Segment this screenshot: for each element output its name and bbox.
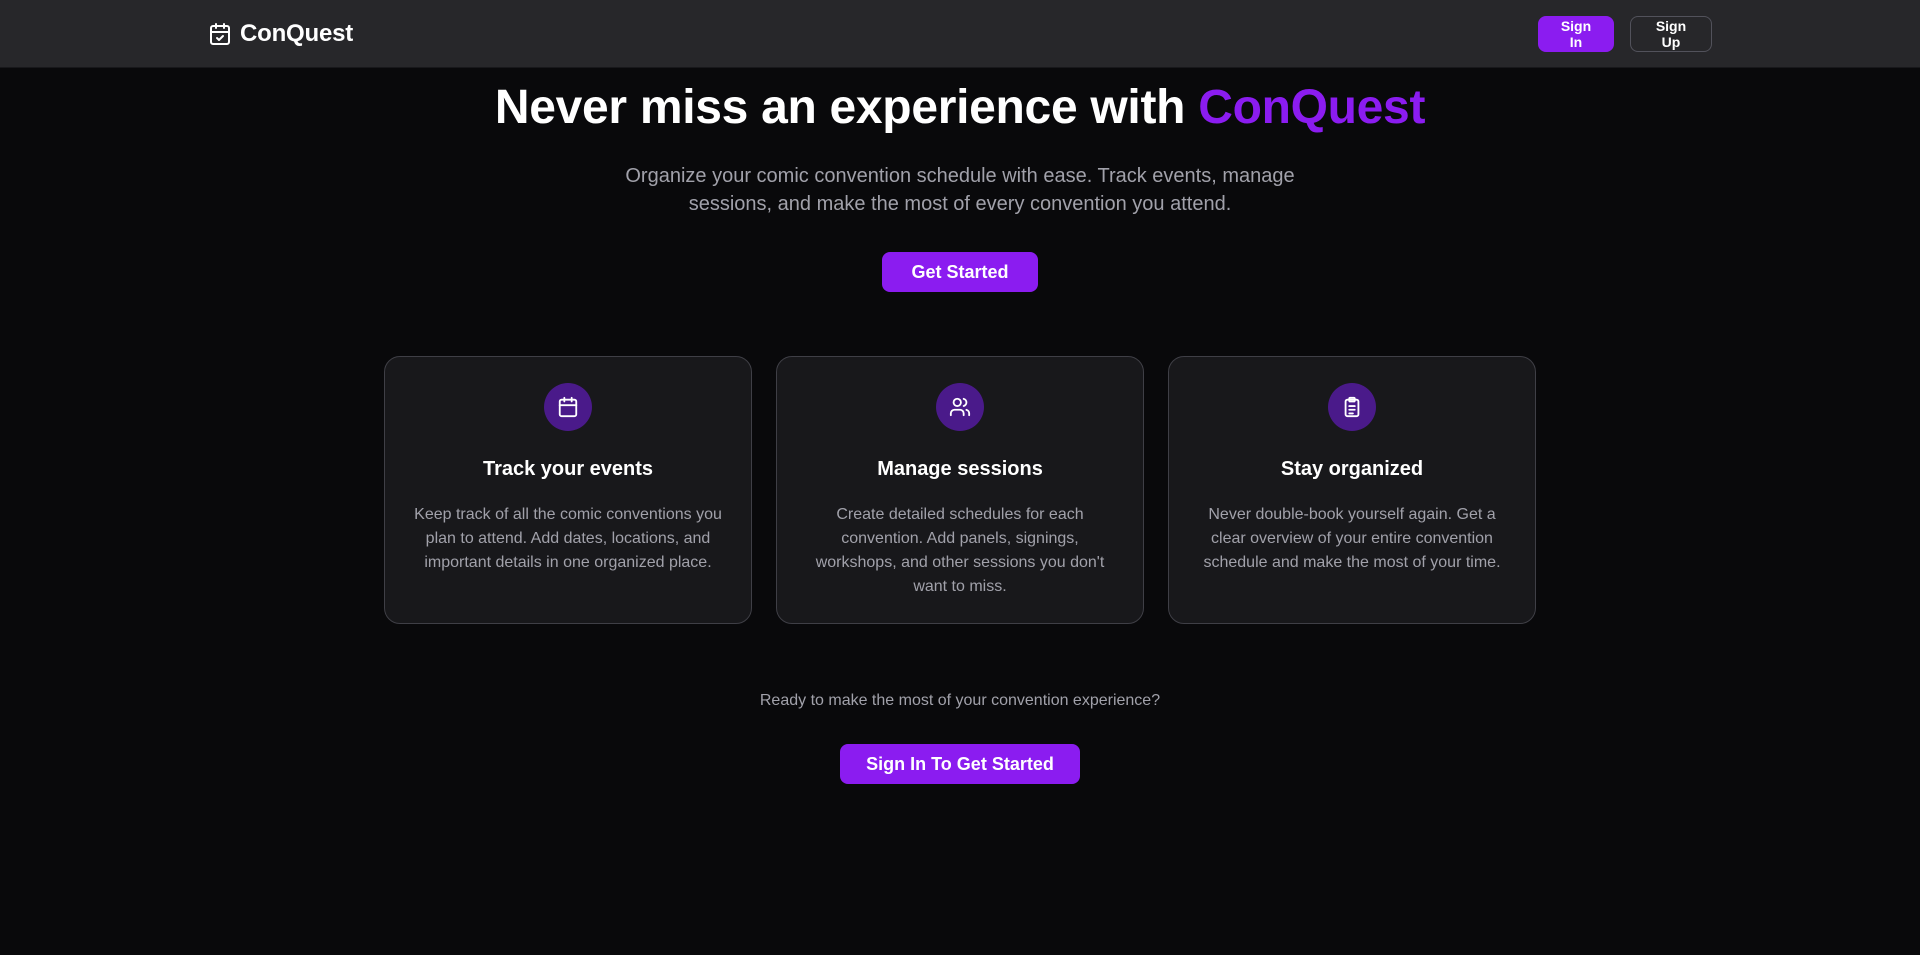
hero-section: Never miss an experience with ConQuest O… bbox=[0, 80, 1920, 218]
feature-icon-badge bbox=[936, 383, 984, 431]
hero-title-prefix: Never miss an experience with bbox=[494, 81, 1199, 134]
feature-description: Keep track of all the comic conventions … bbox=[414, 506, 722, 571]
feature-icon-badge bbox=[1328, 383, 1376, 431]
users-icon bbox=[949, 397, 971, 417]
feature-title: Stay organized bbox=[1280, 458, 1424, 480]
feature-description: Never double-book yourself again. Get a … bbox=[1203, 506, 1501, 571]
navbar: ConQuest Sign In Sign Up bbox=[0, 0, 1920, 68]
calendar-check-icon bbox=[210, 23, 230, 45]
hero-subtitle: Organize your comic convention schedule … bbox=[625, 165, 1295, 215]
feature-title: Manage sessions bbox=[877, 458, 1043, 480]
calendar-icon bbox=[558, 396, 578, 418]
brand-name: ConQuest bbox=[240, 20, 354, 47]
feature-cards: Track your events Keep track of all the … bbox=[384, 356, 1536, 624]
get-started-button[interactable]: Get Started bbox=[882, 252, 1038, 292]
sign-in-button[interactable]: Sign In bbox=[1538, 16, 1614, 52]
feature-card-track-events: Track your events Keep track of all the … bbox=[384, 356, 752, 624]
feature-title: Track your events bbox=[482, 458, 654, 480]
cta-prompt: Ready to make the most of your conventio… bbox=[759, 692, 1161, 709]
sign-in-to-get-started-button[interactable]: Sign In To Get Started bbox=[840, 744, 1080, 784]
nav-actions: Sign In Sign Up bbox=[1538, 16, 1712, 52]
hero-title: Never miss an experience with ConQuest bbox=[0, 80, 1920, 136]
sign-up-button[interactable]: Sign Up bbox=[1630, 16, 1712, 52]
hero-title-accent: ConQuest bbox=[1198, 81, 1426, 134]
feature-icon-badge bbox=[544, 383, 592, 431]
feature-description: Create detailed schedules for each conve… bbox=[815, 506, 1105, 595]
clipboard-icon bbox=[1344, 396, 1360, 418]
feature-card-manage-sessions: Manage sessions Create detailed schedule… bbox=[776, 356, 1144, 624]
brand-logo[interactable]: ConQuest bbox=[208, 20, 353, 48]
feature-card-stay-organized: Stay organized Never double-book yoursel… bbox=[1168, 356, 1536, 624]
